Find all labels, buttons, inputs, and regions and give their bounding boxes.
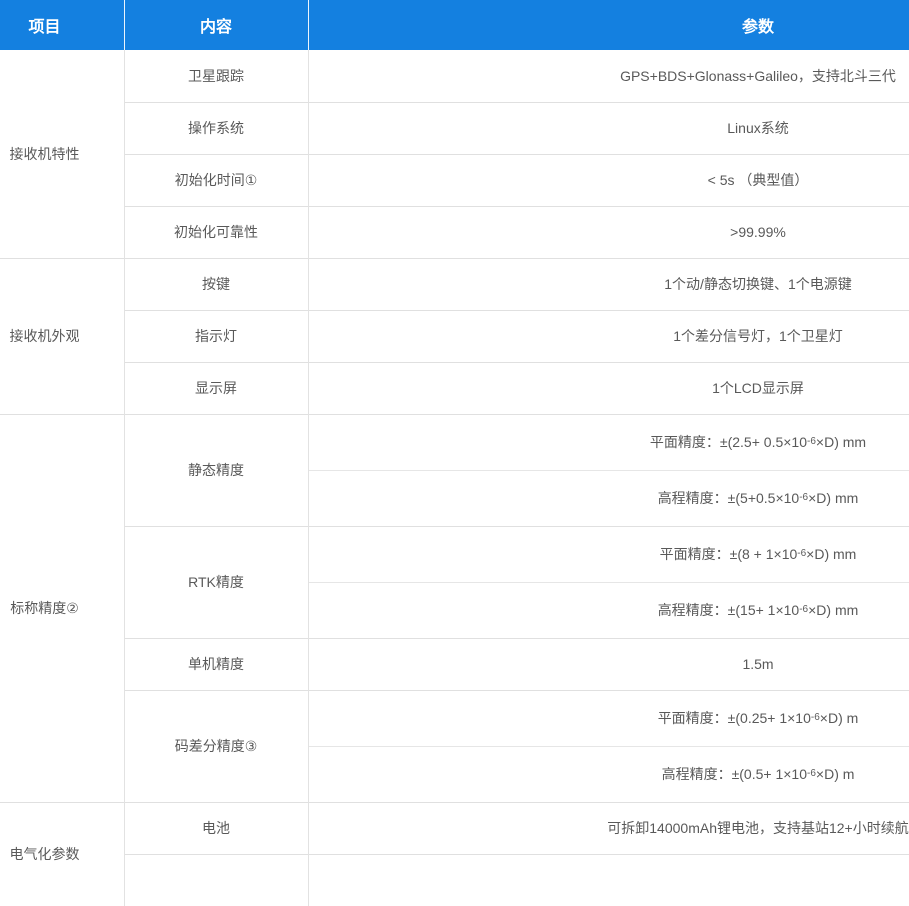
group-row: 电气化参数电池可拆卸14000mAh锂电池，支持基站12+小时续航 xyxy=(0,802,909,906)
content-label: 显示屏 xyxy=(124,362,308,414)
parameter-value: < 5s （典型值） xyxy=(308,154,909,206)
content-row: 静态精度平面精度：±(2.5+ 0.5×10-6×D) mm高程精度：±(5+0… xyxy=(124,414,909,526)
content-row: 电池可拆卸14000mAh锂电池，支持基站12+小时续航 xyxy=(124,802,909,854)
parameter-value: 1个LCD显示屏 xyxy=(308,362,909,414)
header-column-divider xyxy=(308,0,309,50)
parameter-value: 1.5m xyxy=(308,638,909,690)
group-label: 接收机外观 xyxy=(0,258,124,414)
parameter-value xyxy=(308,854,909,906)
content-label: 静态精度 xyxy=(124,414,308,526)
content-row: RTK精度平面精度：±(8 + 1×10-6×D) mm高程精度：±(15+ 1… xyxy=(124,526,909,638)
content-label: 卫星跟踪 xyxy=(124,50,308,102)
content-label: 单机精度 xyxy=(124,638,308,690)
parameter-value: 平面精度：±(2.5+ 0.5×10-6×D) mm xyxy=(308,414,909,470)
content-row: 显示屏1个LCD显示屏 xyxy=(124,362,909,414)
content-label xyxy=(124,854,308,906)
parameter-value: 平面精度：±(8 + 1×10-6×D) mm xyxy=(308,526,909,582)
parameter-values: 平面精度：±(0.25+ 1×10-6×D) m高程精度：±(0.5+ 1×10… xyxy=(308,690,909,802)
content-label: 指示灯 xyxy=(124,310,308,362)
parameter-value: GPS+BDS+Glonass+Galileo，支持北斗三代 xyxy=(308,50,909,102)
group-label: 标称精度② xyxy=(0,414,124,802)
parameter-values: 1.5m xyxy=(308,638,909,690)
parameter-value: 高程精度：±(0.5+ 1×10-6×D) m xyxy=(308,746,909,802)
content-label: 码差分精度③ xyxy=(124,690,308,802)
content-row: 初始化可靠性>99.99% xyxy=(124,206,909,258)
content-row: 指示灯1个差分信号灯，1个卫星灯 xyxy=(124,310,909,362)
header-cell-item: 项目 xyxy=(0,0,124,50)
content-label: 操作系统 xyxy=(124,102,308,154)
group-label: 接收机特性 xyxy=(0,50,124,258)
content-row xyxy=(124,854,909,906)
header-cell-parameter: 参数 xyxy=(308,0,909,50)
content-row: 卫星跟踪GPS+BDS+Glonass+Galileo，支持北斗三代 xyxy=(124,50,909,102)
parameter-value: 1个差分信号灯，1个卫星灯 xyxy=(308,310,909,362)
content-row: 码差分精度③平面精度：±(0.25+ 1×10-6×D) m高程精度：±(0.5… xyxy=(124,690,909,802)
column-divider xyxy=(124,50,125,906)
header-column-divider xyxy=(124,0,125,50)
content-row: 初始化时间①< 5s （典型值） xyxy=(124,154,909,206)
group-label: 电气化参数 xyxy=(0,802,124,906)
table-body: 接收机特性卫星跟踪GPS+BDS+Glonass+Galileo，支持北斗三代操… xyxy=(0,50,909,906)
parameter-values: 平面精度：±(8 + 1×10-6×D) mm高程精度：±(15+ 1×10-6… xyxy=(308,526,909,638)
group-rows: 电池可拆卸14000mAh锂电池，支持基站12+小时续航 xyxy=(124,802,909,906)
group-row: 接收机特性卫星跟踪GPS+BDS+Glonass+Galileo，支持北斗三代操… xyxy=(0,50,909,258)
parameter-values: < 5s （典型值） xyxy=(308,154,909,206)
parameter-values: 1个差分信号灯，1个卫星灯 xyxy=(308,310,909,362)
group-row: 标称精度②静态精度平面精度：±(2.5+ 0.5×10-6×D) mm高程精度：… xyxy=(0,414,909,802)
spec-table: 项目 内容 参数 接收机特性卫星跟踪GPS+BDS+Glonass+Galile… xyxy=(0,0,909,906)
content-label: 初始化时间① xyxy=(124,154,308,206)
content-label: 按键 xyxy=(124,258,308,310)
parameter-values: 平面精度：±(2.5+ 0.5×10-6×D) mm高程精度：±(5+0.5×1… xyxy=(308,414,909,526)
table-header-row: 项目 内容 参数 xyxy=(0,0,909,50)
column-divider xyxy=(308,50,309,906)
content-row: 操作系统Linux系统 xyxy=(124,102,909,154)
group-rows: 静态精度平面精度：±(2.5+ 0.5×10-6×D) mm高程精度：±(5+0… xyxy=(124,414,909,802)
parameter-value: 可拆卸14000mAh锂电池，支持基站12+小时续航 xyxy=(308,802,909,854)
parameter-value: 平面精度：±(0.25+ 1×10-6×D) m xyxy=(308,690,909,746)
content-label: RTK精度 xyxy=(124,526,308,638)
parameter-values: 可拆卸14000mAh锂电池，支持基站12+小时续航 xyxy=(308,802,909,854)
parameter-value: 高程精度：±(15+ 1×10-6×D) mm xyxy=(308,582,909,638)
header-cell-content: 内容 xyxy=(124,0,308,50)
parameter-values: 1个动/静态切换键、1个电源键 xyxy=(308,258,909,310)
parameter-values: Linux系统 xyxy=(308,102,909,154)
content-label: 电池 xyxy=(124,802,308,854)
group-row: 接收机外观按键1个动/静态切换键、1个电源键指示灯1个差分信号灯，1个卫星灯显示… xyxy=(0,258,909,414)
parameter-value: >99.99% xyxy=(308,206,909,258)
content-row: 按键1个动/静态切换键、1个电源键 xyxy=(124,258,909,310)
group-rows: 按键1个动/静态切换键、1个电源键指示灯1个差分信号灯，1个卫星灯显示屏1个LC… xyxy=(124,258,909,414)
parameter-value: 1个动/静态切换键、1个电源键 xyxy=(308,258,909,310)
content-row: 单机精度1.5m xyxy=(124,638,909,690)
parameter-values: GPS+BDS+Glonass+Galileo，支持北斗三代 xyxy=(308,50,909,102)
content-label: 初始化可靠性 xyxy=(124,206,308,258)
parameter-value: Linux系统 xyxy=(308,102,909,154)
parameter-value: 高程精度：±(5+0.5×10-6×D) mm xyxy=(308,470,909,526)
group-rows: 卫星跟踪GPS+BDS+Glonass+Galileo，支持北斗三代操作系统Li… xyxy=(124,50,909,258)
parameter-values: 1个LCD显示屏 xyxy=(308,362,909,414)
parameter-values xyxy=(308,854,909,906)
parameter-values: >99.99% xyxy=(308,206,909,258)
